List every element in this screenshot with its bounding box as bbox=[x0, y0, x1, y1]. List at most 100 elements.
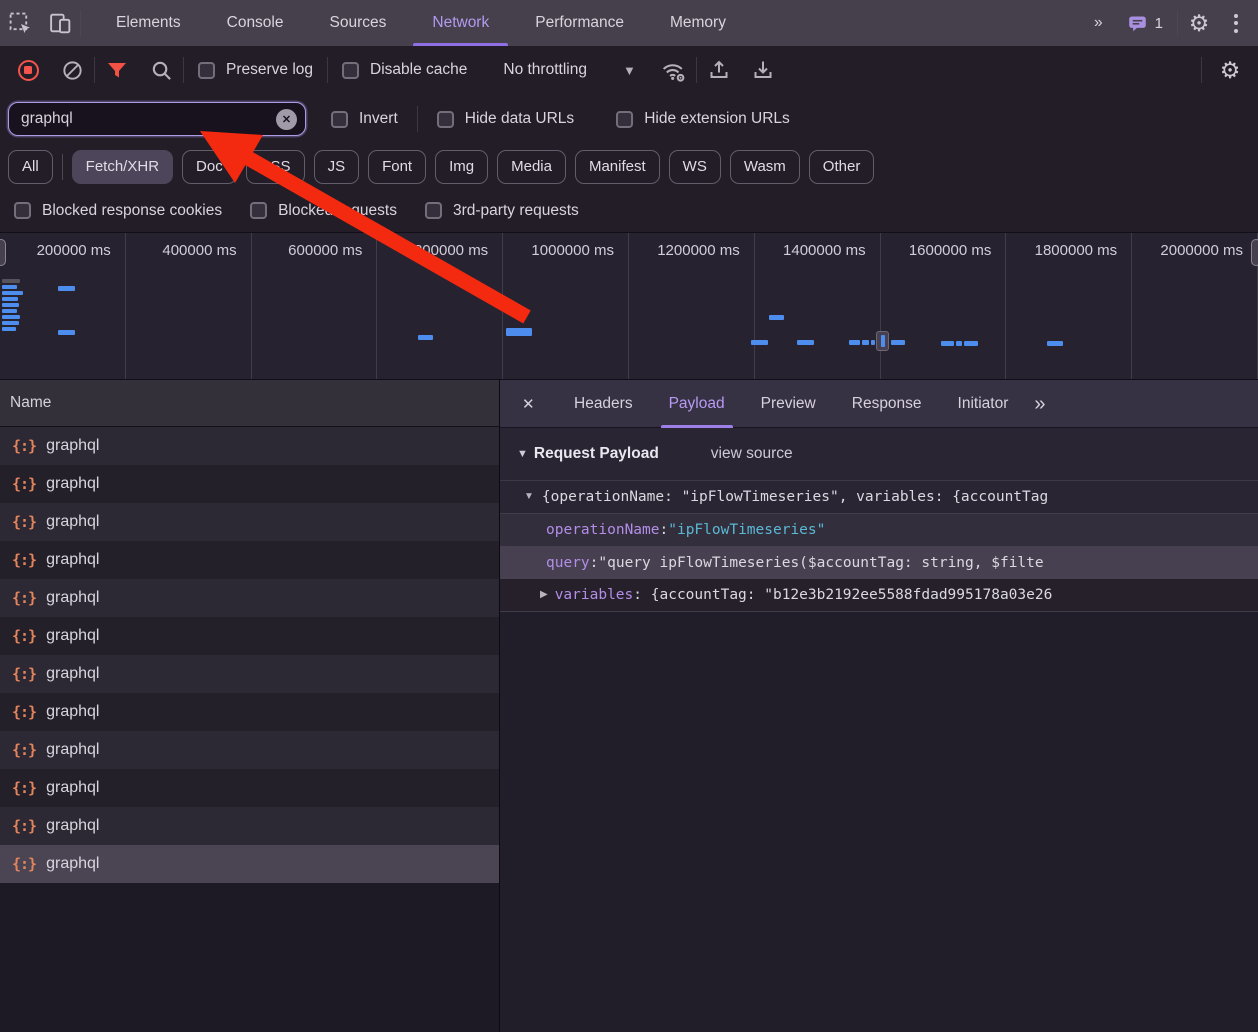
payload-row-query[interactable]: query: "query ipFlowTimeseries($accountT… bbox=[500, 546, 1258, 579]
request-row[interactable]: {:}graphql bbox=[0, 807, 499, 845]
blocked-response-cookies-checkbox[interactable] bbox=[14, 202, 31, 219]
search-icon[interactable] bbox=[139, 46, 183, 94]
detail-tab-headers[interactable]: Headers bbox=[556, 380, 651, 428]
detail-tab-response[interactable]: Response bbox=[834, 380, 940, 428]
throttling-value: No throttling bbox=[503, 61, 587, 79]
tab-memory[interactable]: Memory bbox=[647, 0, 749, 46]
tab-console[interactable]: Console bbox=[204, 0, 307, 46]
request-row[interactable]: {:}graphql bbox=[0, 845, 499, 883]
checkbox-group-blocked-requests: Blocked requests bbox=[236, 202, 411, 220]
devtools-tabbar: ElementsConsoleSourcesNetworkPerformance… bbox=[0, 0, 1258, 46]
request-row[interactable]: {:}graphql bbox=[0, 579, 499, 617]
more-detail-tabs-icon[interactable]: » bbox=[1026, 394, 1053, 414]
waterfall-bar bbox=[2, 291, 23, 295]
tab-network[interactable]: Network bbox=[409, 0, 512, 46]
request-row[interactable]: {:}graphql bbox=[0, 617, 499, 655]
payload-pane: ▼ Request Payload view source ▼ {operati… bbox=[500, 428, 1258, 1032]
json-string-value: "ipFlowTimeseries" bbox=[668, 522, 825, 538]
device-toolbar-icon[interactable] bbox=[40, 0, 80, 46]
clear-filter-icon[interactable]: ✕ bbox=[276, 109, 297, 130]
more-tabs-icon[interactable]: » bbox=[1084, 14, 1113, 32]
blocked-requests-checkbox[interactable] bbox=[250, 202, 267, 219]
network-filter-input[interactable]: graphql ✕ bbox=[8, 102, 306, 136]
invert-checkbox[interactable] bbox=[331, 111, 348, 128]
waterfall-bar bbox=[2, 309, 17, 313]
filter-chip-fetch-xhr[interactable]: Fetch/XHR bbox=[72, 150, 173, 184]
detail-tab-preview[interactable]: Preview bbox=[743, 380, 834, 428]
network-overview-timeline[interactable]: 200000 ms400000 ms600000 ms800000 ms1000… bbox=[0, 232, 1258, 380]
filter-chip-media[interactable]: Media bbox=[497, 150, 566, 184]
filter-chip-font[interactable]: Font bbox=[368, 150, 426, 184]
detail-tab-payload[interactable]: Payload bbox=[651, 380, 743, 428]
filter-chip-other[interactable]: Other bbox=[809, 150, 875, 184]
export-har-icon[interactable] bbox=[741, 46, 785, 94]
panel-tabs: ElementsConsoleSourcesNetworkPerformance… bbox=[93, 0, 749, 46]
collapse-triangle-icon[interactable]: ▼ bbox=[517, 449, 528, 460]
view-source-link[interactable]: view source bbox=[711, 445, 793, 463]
tab-sources[interactable]: Sources bbox=[307, 0, 410, 46]
request-row[interactable]: {:}graphql bbox=[0, 427, 499, 465]
issues-count: 1 bbox=[1155, 15, 1163, 32]
devtools-window: ElementsConsoleSourcesNetworkPerformance… bbox=[0, 0, 1258, 1032]
request-row[interactable]: {:}graphql bbox=[0, 731, 499, 769]
checkbox-group-blocked-response-cookies: Blocked response cookies bbox=[0, 202, 236, 220]
waterfall-bar bbox=[2, 297, 18, 301]
payload-row-operation-name[interactable]: operationName: "ipFlowTimeseries" bbox=[500, 513, 1258, 546]
settings-gear-icon[interactable]: ⚙ bbox=[1182, 0, 1216, 46]
json-key: variables bbox=[555, 587, 634, 603]
filter-chip-doc[interactable]: Doc bbox=[182, 150, 237, 184]
network-settings-gear-icon[interactable]: ⚙ bbox=[1202, 46, 1258, 94]
collapse-triangle-icon[interactable]: ▼ bbox=[524, 492, 534, 502]
import-har-icon[interactable] bbox=[697, 46, 741, 94]
inspect-element-icon[interactable] bbox=[0, 0, 40, 46]
filter-chip-all[interactable]: All bbox=[8, 150, 53, 184]
overview-left-handle[interactable] bbox=[0, 239, 6, 266]
request-row[interactable]: {:}graphql bbox=[0, 693, 499, 731]
waterfall-bar bbox=[956, 341, 962, 346]
close-details-icon[interactable]: ✕ bbox=[522, 395, 556, 413]
clear-network-log-icon[interactable] bbox=[50, 46, 94, 94]
tab-performance[interactable]: Performance bbox=[512, 0, 647, 46]
hide-data-urls-checkbox[interactable] bbox=[437, 111, 454, 128]
json-braces-icon: {:} bbox=[12, 513, 36, 531]
filter-chip-ws[interactable]: WS bbox=[669, 150, 721, 184]
detail-tab-initiator[interactable]: Initiator bbox=[940, 380, 1027, 428]
waterfall-bar bbox=[797, 340, 814, 345]
filter-chip-img[interactable]: Img bbox=[435, 150, 488, 184]
request-row[interactable]: {:}graphql bbox=[0, 465, 499, 503]
issues-button[interactable]: 1 bbox=[1117, 13, 1173, 34]
request-row[interactable]: {:}graphql bbox=[0, 655, 499, 693]
waterfall-bar bbox=[2, 315, 20, 319]
payload-empty-area bbox=[500, 612, 1258, 1032]
preserve-log-checkbox[interactable] bbox=[198, 62, 215, 79]
filter-chip-css[interactable]: CSS bbox=[246, 150, 305, 184]
request-name: graphql bbox=[46, 513, 99, 531]
disable-cache-checkbox[interactable] bbox=[342, 62, 359, 79]
throttling-dropdown[interactable]: No throttling ▼ bbox=[481, 61, 651, 79]
hide-extension-urls-label: Hide extension URLs bbox=[644, 110, 790, 128]
request-row[interactable]: {:} graphql bbox=[0, 503, 499, 541]
network-conditions-icon[interactable] bbox=[652, 46, 696, 94]
kebab-menu-icon[interactable] bbox=[1220, 14, 1252, 33]
filter-funnel-icon[interactable] bbox=[95, 46, 139, 94]
tab-elements[interactable]: Elements bbox=[93, 0, 204, 46]
record-network-log-button[interactable] bbox=[6, 46, 50, 94]
name-column-header[interactable]: Name bbox=[0, 380, 499, 427]
overview-right-handle[interactable] bbox=[1251, 239, 1258, 266]
waterfall-bar bbox=[941, 341, 954, 346]
hide-extension-urls-checkbox[interactable] bbox=[616, 111, 633, 128]
3rd-party-requests-checkbox[interactable] bbox=[425, 202, 442, 219]
payload-preview-row[interactable]: ▼ {operationName: "ipFlowTimeseries", va… bbox=[500, 480, 1258, 513]
expand-triangle-icon[interactable]: ▶ bbox=[540, 590, 548, 600]
filter-chip-wasm[interactable]: Wasm bbox=[730, 150, 800, 184]
filter-chip-js[interactable]: JS bbox=[314, 150, 360, 184]
json-braces-icon: {:} bbox=[12, 817, 36, 835]
request-row[interactable]: {:}graphql bbox=[0, 541, 499, 579]
json-braces-icon: {:} bbox=[12, 437, 36, 455]
request-row[interactable]: {:}graphql bbox=[0, 769, 499, 807]
payload-row-variables[interactable]: ▶ variables: {accountTag: "b12e3b2192ee5… bbox=[500, 579, 1258, 612]
blocked-requests-label: Blocked requests bbox=[278, 202, 397, 220]
filter-chip-manifest[interactable]: Manifest bbox=[575, 150, 660, 184]
request-name: graphql bbox=[46, 855, 99, 873]
hide-data-urls-label: Hide data URLs bbox=[465, 110, 574, 128]
